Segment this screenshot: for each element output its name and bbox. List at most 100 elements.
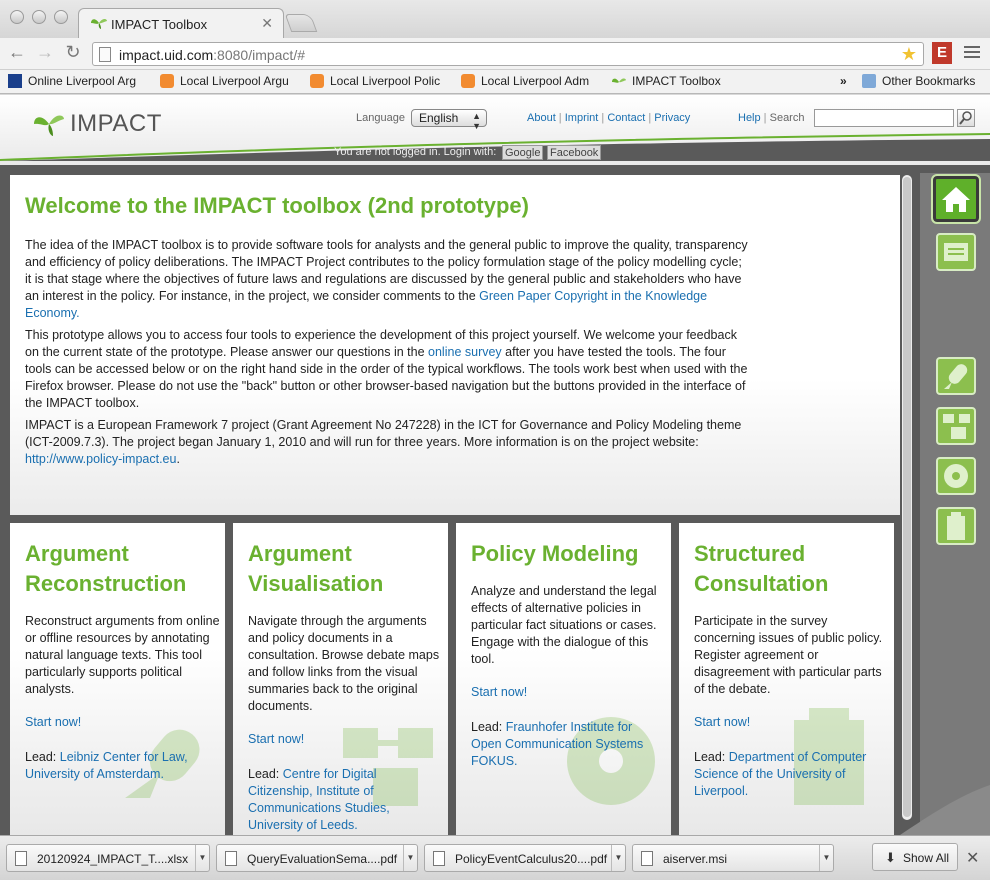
about-link[interactable]: About [527,112,556,124]
policy-modeling-button[interactable] [936,457,976,495]
card-description: Analyze and understand the legal effects… [471,584,657,666]
start-now-link[interactable]: Start now! [25,715,81,729]
download-filename: 20120924_IMPACT_T....xlsx [37,852,189,866]
start-now-link[interactable]: Start now! [694,715,750,729]
chevron-down-icon[interactable]: ▼ [611,845,625,871]
show-all-downloads-button[interactable]: ⬇ Show All [872,843,958,871]
login-status-text: You are not logged in. Login with: [334,146,497,158]
pen-icon [944,364,968,389]
search-icon [959,111,972,125]
start-now-link[interactable]: Start now! [248,732,304,746]
login-google-button[interactable]: Google [502,145,544,160]
folder-icon [862,74,876,88]
welcome-panel: Welcome to the IMPACT toolbox (2nd proto… [10,175,900,515]
clipboard-icon [947,512,965,540]
download-item[interactable]: aiserver.msi ▼ [632,844,834,872]
chevron-down-icon[interactable]: ▼ [195,845,209,871]
diagram-icon [943,414,970,439]
search-label: Search [769,112,805,124]
browser-tabbar: IMPACT Toolbox ✕ [0,0,990,38]
minimize-window-button[interactable] [32,10,46,24]
chrome-menu-icon[interactable] [964,46,980,60]
download-filename: aiserver.msi [663,852,728,866]
start-now-link[interactable]: Start now! [471,685,527,699]
imprint-link[interactable]: Imprint [565,112,599,124]
new-tab-button[interactable] [284,14,318,32]
welcome-text: The idea of the IMPACT toolbox is to pro… [25,237,750,473]
card-title: Argument Reconstruction [25,541,187,596]
welcome-text-button[interactable] [936,233,976,271]
tab-title: IMPACT Toolbox [111,17,208,32]
structured-consultation-button[interactable] [936,507,976,545]
file-icon [641,851,653,866]
card-description: Participate in the survey concerning iss… [694,614,883,696]
welcome-title: Welcome to the IMPACT toolbox (2nd proto… [25,193,529,218]
language-label: Language [356,112,405,124]
impact-leaf-icon [612,76,626,90]
bookmark-item[interactable]: Online Liverpool Arg [8,74,136,88]
more-bookmarks-chevron[interactable]: » [840,74,847,88]
xampp-icon [461,74,475,88]
search-button[interactable] [957,109,975,127]
back-arrow-icon[interactable]: ← [6,42,28,63]
logo-text: IMPACT [70,110,162,137]
contact-link[interactable]: Contact [607,112,645,124]
login-facebook-button[interactable]: Facebook [547,145,602,160]
browser-tab[interactable]: IMPACT Toolbox ✕ [78,8,284,38]
tool-card-policy-modeling: Policy Modeling Analyze and understand t… [456,523,671,835]
bookmark-item[interactable]: Local Liverpool Argu [160,74,289,88]
disc-icon [944,464,968,488]
reload-icon[interactable]: ↻ [62,42,84,63]
forward-arrow-icon[interactable]: → [34,42,56,63]
address-bar[interactable]: impact.uid.com:8080/impact/# ★ [92,42,924,66]
online-survey-link[interactable]: online survey [428,345,502,359]
home-icon [942,187,970,212]
card-lead: Lead: Fraunhofer Institute for Open Comm… [471,720,644,768]
close-window-button[interactable] [10,10,24,24]
chevron-down-icon[interactable]: ▼ [819,845,833,871]
pdf-file-icon [225,851,237,866]
download-item[interactable]: QueryEvaluationSema....pdf ▼ [216,844,418,872]
page-curl-decoration [900,785,990,835]
welcome-paragraph: IMPACT is a European Framework 7 project… [25,418,742,466]
chevron-down-icon[interactable]: ▼ [403,845,417,871]
browser-toolbar: ← → ↻ impact.uid.com:8080/impact/# ★ [0,38,990,70]
zoom-window-button[interactable] [54,10,68,24]
home-button[interactable] [931,174,981,224]
card-title: Structured Consultation [694,541,829,596]
scrollbar-thumb[interactable] [903,177,911,817]
file-icon [15,851,27,866]
download-item[interactable]: PolicyEventCalculus20....pdf ▼ [424,844,626,872]
close-downloads-icon[interactable]: ✕ [966,848,979,868]
bookmark-item[interactable]: Local Liverpool Polic [310,74,440,88]
download-arrow-icon: ⬇ [885,850,896,865]
help-link[interactable]: Help [738,112,761,124]
other-bookmarks[interactable]: Other Bookmarks [862,74,975,88]
project-website-link[interactable]: http://www.policy-impact.eu [25,452,176,466]
impact-leaf-icon [34,115,64,136]
argument-reconstruction-button[interactable] [936,357,976,395]
download-item[interactable]: 20120924_IMPACT_T....xlsx ▼ [6,844,210,872]
right-tool-panel [920,173,990,835]
bookmark-item[interactable]: IMPACT Toolbox [612,74,721,90]
card-title: Policy Modeling [471,541,639,566]
download-filename: PolicyEventCalculus20....pdf [455,852,608,866]
bookmark-item[interactable]: Local Liverpool Adm [461,74,589,88]
language-select[interactable]: English ▲ ▼ [411,109,487,131]
close-tab-icon[interactable]: ✕ [261,15,273,32]
xampp-icon [310,74,324,88]
impact-logo[interactable]: IMPACT [34,110,162,138]
bookmark-star-icon[interactable]: ★ [901,44,917,65]
language-value: English [419,111,459,125]
document-icon [944,243,968,261]
xampp-icon [160,74,174,88]
page-content: IMPACT Language English ▲ ▼ About | Impri… [0,95,990,835]
argument-visualisation-button[interactable] [936,407,976,445]
privacy-link[interactable]: Privacy [654,112,690,124]
extension-icon[interactable]: E [932,42,952,64]
search-input[interactable] [814,109,954,127]
welcome-paragraph: The idea of the IMPACT toolbox is to pro… [25,238,748,320]
card-lead: Lead: Centre for Digital Citizenship, In… [248,767,390,832]
bookmarks-bar: Online Liverpool Arg Local Liverpool Arg… [0,70,990,94]
tool-card-argument-reconstruction: Argument Reconstruction Reconstruct argu… [10,523,225,835]
